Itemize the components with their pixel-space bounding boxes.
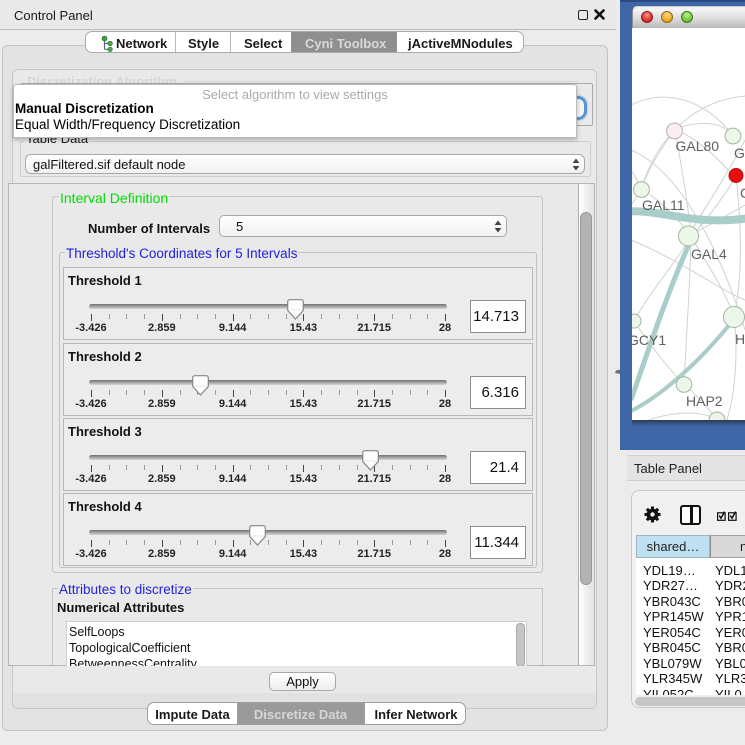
svg-text:GA: GA (734, 145, 745, 161)
svg-text:C: C (740, 185, 745, 201)
svg-text:H: H (735, 331, 745, 347)
svg-text:GAL4: GAL4 (691, 246, 727, 262)
svg-text:GAL80: GAL80 (676, 138, 720, 154)
svg-text:GCY1: GCY1 (632, 332, 666, 348)
svg-text:HAP2: HAP2 (686, 393, 723, 409)
svg-text:GAL11: GAL11 (642, 197, 685, 213)
